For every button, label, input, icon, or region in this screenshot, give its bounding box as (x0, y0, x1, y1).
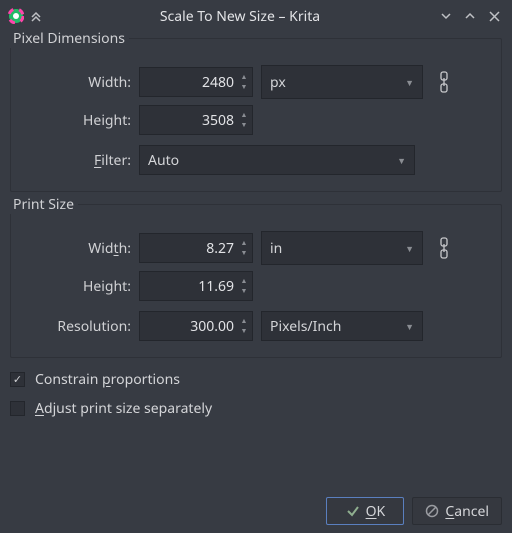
chevron-down-icon: ▼ (405, 242, 414, 255)
step-down-icon[interactable]: ▼ (238, 82, 250, 92)
print-unit-combo[interactable]: in ▼ (261, 231, 423, 265)
constrain-label: Constrain proportions (35, 370, 180, 389)
constrain-proportions-row[interactable]: Constrain proportions (10, 370, 502, 389)
dialog-footer: OK Cancel (326, 497, 502, 525)
chevron-down-icon: ▼ (405, 76, 414, 89)
step-down-icon[interactable]: ▼ (238, 326, 250, 336)
chevron-down-icon: ▼ (397, 154, 406, 167)
adjust-label: Adjust print size separately (35, 399, 212, 418)
pixel-width-label: Width: (23, 73, 139, 92)
step-down-icon[interactable]: ▼ (238, 248, 250, 258)
filter-combo[interactable]: Auto ▼ (139, 145, 415, 175)
print-size-group: Print Size Width: ▲▼ in ▼ Height: ▲▼ (10, 204, 502, 358)
window-title: Scale To New Size – Krita (48, 7, 432, 26)
pixel-width-spinbox[interactable]: ▲▼ (139, 67, 253, 97)
print-height-input[interactable] (140, 277, 252, 296)
ok-button[interactable]: OK (326, 497, 404, 525)
pixel-unit-combo[interactable]: px ▼ (261, 65, 423, 99)
collapse-icon[interactable] (30, 10, 42, 22)
print-unit-value: in (270, 239, 282, 258)
pixel-width-input[interactable] (140, 73, 252, 92)
resolution-unit-value: Pixels/Inch (270, 317, 341, 336)
pixel-dimensions-group: Pixel Dimensions Width: ▲▼ px ▼ Height: … (10, 38, 502, 192)
print-width-label: Width: (23, 239, 139, 258)
minimize-button[interactable] (436, 6, 456, 26)
cancel-icon (425, 504, 439, 518)
print-group-title: Print Size (9, 195, 78, 214)
pixel-height-input[interactable] (140, 111, 252, 130)
resolution-input[interactable] (140, 317, 252, 336)
resolution-spinbox[interactable]: ▲▼ (139, 311, 253, 341)
cancel-button[interactable]: Cancel (412, 497, 502, 525)
pixel-link-button[interactable] (429, 71, 459, 93)
step-up-icon[interactable]: ▲ (238, 238, 250, 248)
resolution-unit-combo[interactable]: Pixels/Inch ▼ (261, 311, 423, 341)
pixel-unit-value: px (270, 73, 286, 92)
constrain-checkbox[interactable] (10, 372, 25, 387)
filter-value: Auto (148, 151, 179, 170)
titlebar: Scale To New Size – Krita (0, 0, 512, 32)
check-icon (346, 504, 360, 518)
step-down-icon[interactable]: ▼ (238, 286, 250, 296)
chevron-down-icon: ▼ (405, 320, 414, 333)
pixel-group-title: Pixel Dimensions (9, 29, 129, 48)
adjust-checkbox[interactable] (10, 401, 25, 416)
pixel-height-spinbox[interactable]: ▲▼ (139, 105, 253, 135)
resolution-label: Resolution: (23, 317, 139, 336)
step-up-icon[interactable]: ▲ (238, 316, 250, 326)
print-link-button[interactable] (429, 237, 459, 259)
print-height-label: Height: (23, 277, 139, 296)
adjust-print-size-row[interactable]: Adjust print size separately (10, 399, 502, 418)
step-up-icon[interactable]: ▲ (238, 110, 250, 120)
print-height-spinbox[interactable]: ▲▼ (139, 271, 253, 301)
filter-label: Filter: (23, 151, 139, 170)
maximize-button[interactable] (460, 6, 480, 26)
step-up-icon[interactable]: ▲ (238, 72, 250, 82)
app-icon (8, 8, 24, 24)
step-up-icon[interactable]: ▲ (238, 276, 250, 286)
pixel-height-label: Height: (23, 111, 139, 130)
step-down-icon[interactable]: ▼ (238, 120, 250, 130)
print-width-input[interactable] (140, 239, 252, 258)
close-button[interactable] (484, 6, 504, 26)
print-width-spinbox[interactable]: ▲▼ (139, 233, 253, 263)
